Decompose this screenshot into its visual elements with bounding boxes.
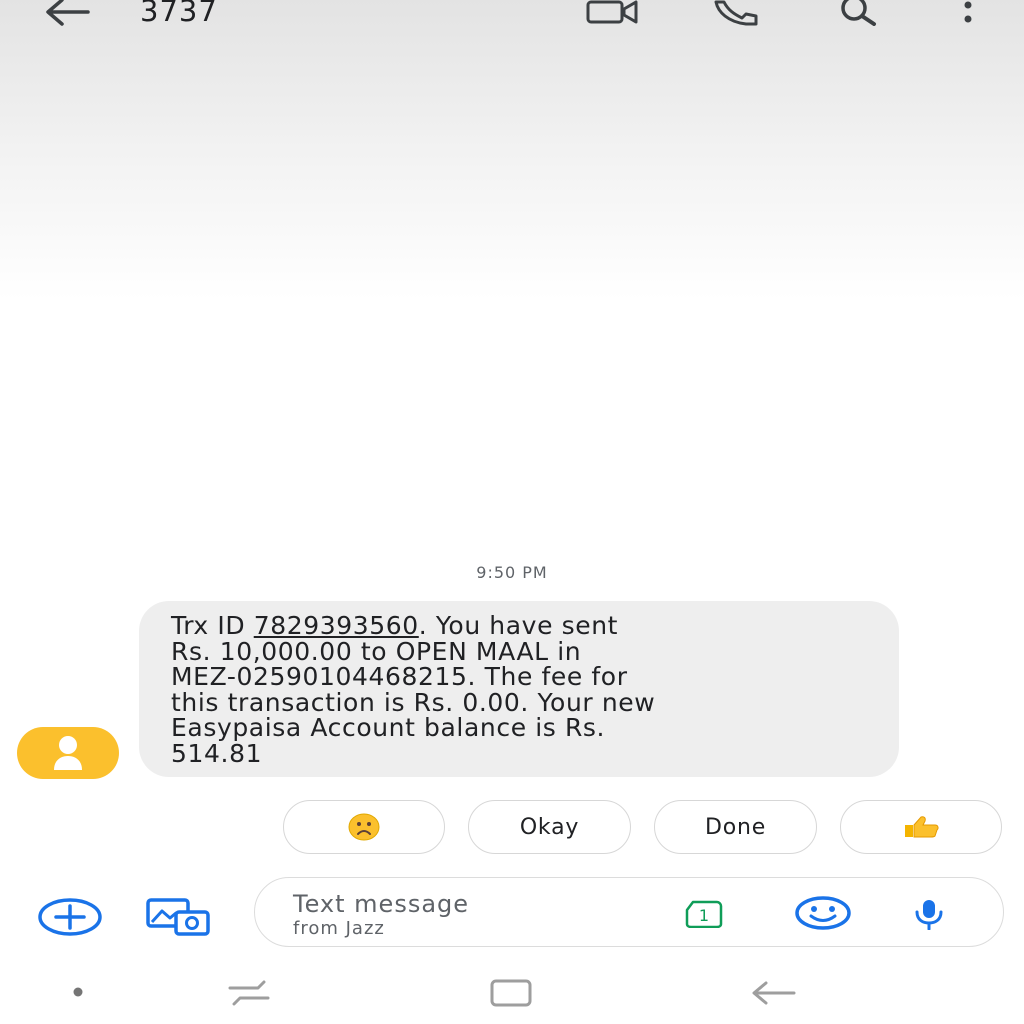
smart-reply-done[interactable]: Done bbox=[654, 800, 817, 854]
more-vert-icon[interactable] bbox=[960, 0, 976, 28]
smart-reply-okay[interactable]: Okay bbox=[468, 800, 631, 854]
emoji-picker-icon[interactable] bbox=[793, 895, 853, 931]
back-arrow-icon[interactable] bbox=[44, 0, 90, 28]
trx-id-link[interactable]: 7829393560 bbox=[254, 611, 419, 640]
composer-sim-hint: from Jazz bbox=[293, 918, 385, 939]
message-timestamp: 9:50 PM bbox=[476, 563, 548, 582]
frowning-face-emoji-icon bbox=[348, 813, 380, 841]
thumbs-up-emoji-icon bbox=[905, 816, 939, 838]
smart-reply-sad-emoji[interactable] bbox=[283, 800, 445, 854]
gallery-camera-icon[interactable] bbox=[146, 897, 212, 937]
microphone-icon[interactable] bbox=[909, 898, 949, 930]
message-line-2: Rs. 10,000.00 to OPEN MAAL in bbox=[171, 636, 582, 666]
nav-dot-icon[interactable] bbox=[70, 986, 86, 998]
message-line-5: Easypaisa Account balance is Rs. bbox=[171, 713, 606, 742]
person-icon bbox=[54, 736, 82, 770]
nav-back-icon[interactable] bbox=[750, 978, 798, 1008]
message-line-1: Trx ID 7829393560. You have sent bbox=[171, 611, 619, 640]
sim-card-icon[interactable]: 1 bbox=[685, 900, 727, 928]
sim-card-number: 1 bbox=[699, 906, 709, 925]
system-navigation-bar bbox=[0, 960, 1024, 1024]
composer-placeholder: Text message bbox=[293, 890, 470, 918]
recent-apps-icon[interactable] bbox=[226, 978, 272, 1008]
conversation-title: 3737 bbox=[140, 0, 218, 28]
smart-reply-done-label: Done bbox=[704, 814, 767, 840]
message-line-4: this transaction is Rs. 0.00. Your new bbox=[171, 687, 656, 717]
message-line-6: 514.81 bbox=[171, 738, 263, 768]
search-icon[interactable] bbox=[836, 0, 884, 26]
add-attachment-icon[interactable] bbox=[37, 897, 103, 937]
phone-icon[interactable] bbox=[712, 0, 760, 26]
app-bar: 3737 bbox=[0, 0, 1024, 36]
video-call-icon[interactable] bbox=[586, 0, 640, 24]
smart-reply-thumbs-up[interactable] bbox=[840, 800, 1002, 854]
sender-avatar[interactable] bbox=[17, 727, 119, 779]
message-line-3: MEZ-02590104468215. The fee for bbox=[171, 662, 628, 691]
smart-reply-okay-label: Okay bbox=[519, 814, 580, 840]
home-icon[interactable] bbox=[488, 978, 534, 1008]
incoming-message-bubble[interactable]: Trx ID 7829393560. You have sent Rs. 10,… bbox=[139, 601, 899, 777]
message-composer[interactable]: Text message from Jazz 1 bbox=[254, 877, 1004, 947]
